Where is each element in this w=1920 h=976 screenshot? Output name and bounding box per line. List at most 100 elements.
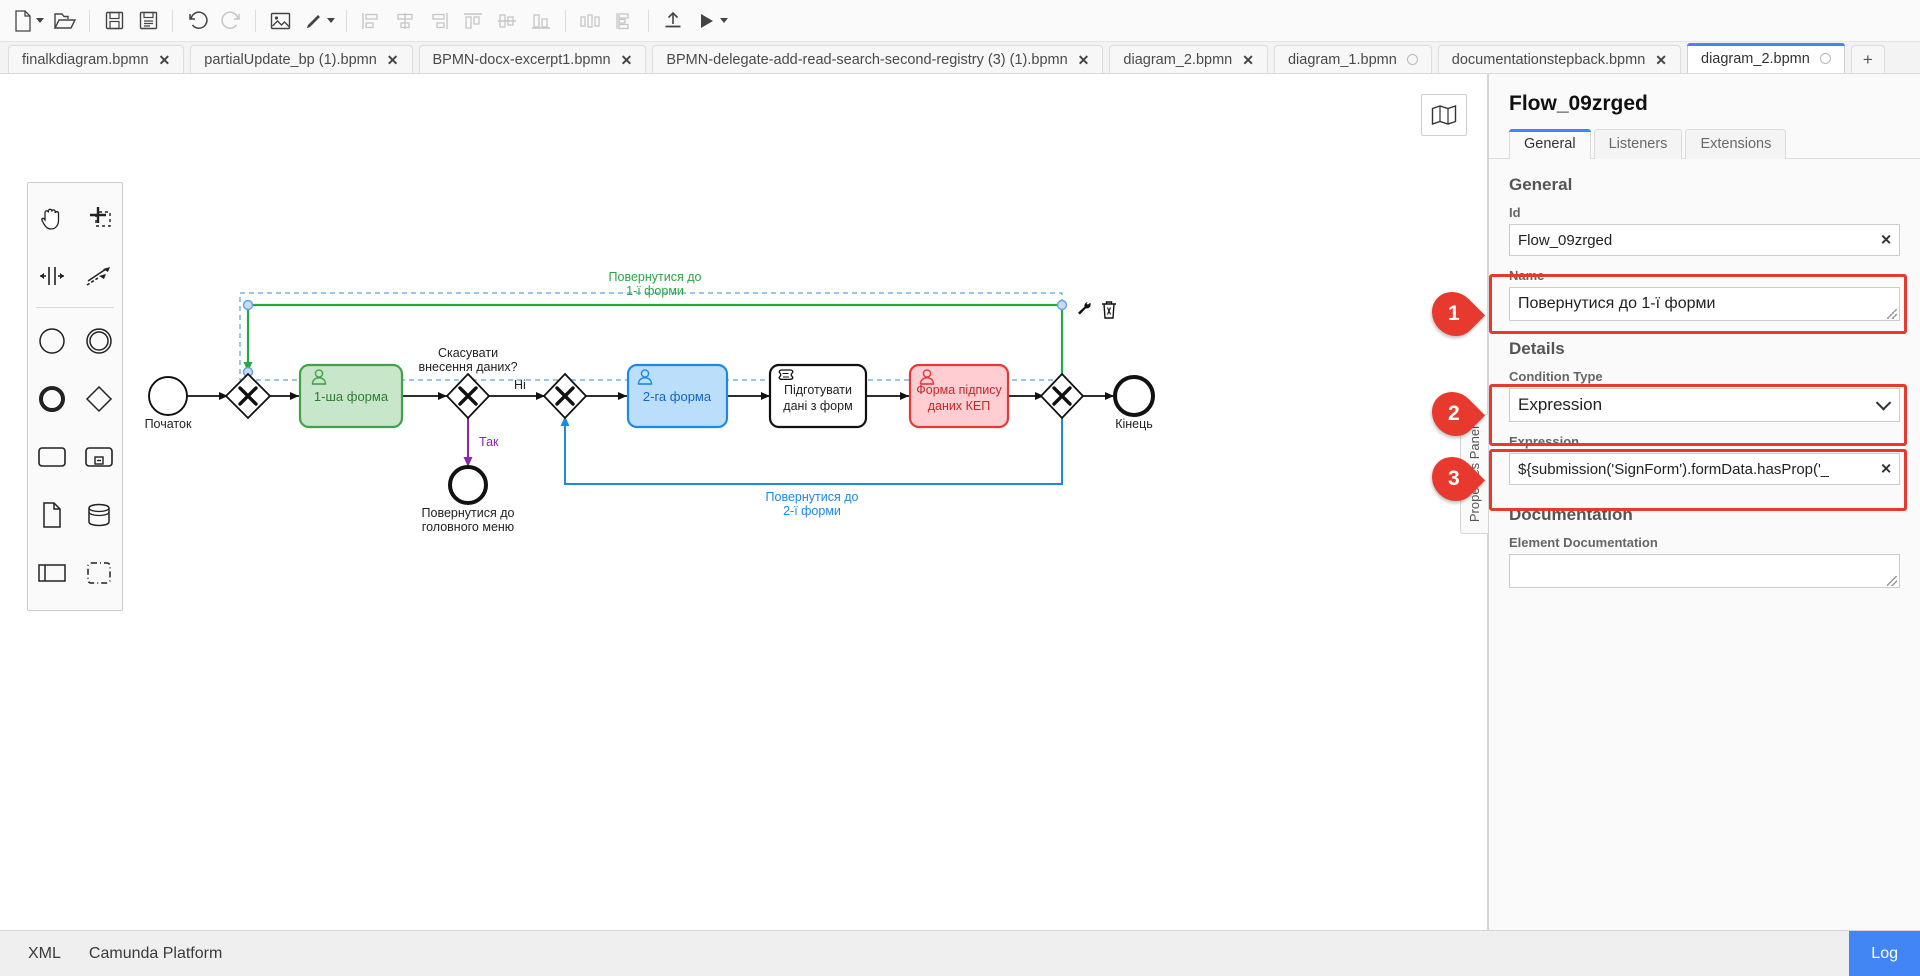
gateway-cancel-entry[interactable]	[445, 372, 491, 420]
user-task-form2[interactable]: 2-га форма	[626, 363, 729, 429]
save-icon[interactable]	[97, 6, 131, 36]
new-diagram-dropdown-caret[interactable]	[34, 6, 46, 36]
tab-label: diagram_2.bpmn	[1123, 51, 1233, 68]
name-input[interactable]: Повернутися до 1-ї форми	[1509, 287, 1900, 321]
tab-bpmn-delegate[interactable]: BPMN-delegate-add-read-search-second-reg…	[652, 45, 1104, 73]
name-resize-grip[interactable]	[1887, 309, 1897, 319]
new-tab-button[interactable]: +	[1850, 45, 1885, 73]
toolbar-divider	[648, 9, 649, 32]
gateway-merge-5[interactable]	[1039, 372, 1085, 420]
id-input[interactable]: Flow_09zrged ✕	[1509, 224, 1900, 256]
toolbar-divider	[565, 9, 566, 32]
tab-listeners[interactable]: Listeners	[1593, 129, 1683, 159]
align-right-icon[interactable]	[422, 6, 456, 36]
tab-label: finalkdiagram.bpmn	[22, 51, 149, 68]
tab-close-icon[interactable]: ✕	[621, 53, 633, 67]
tab-extensions[interactable]: Extensions	[1685, 129, 1787, 159]
id-field: Id Flow_09zrged ✕	[1509, 205, 1900, 256]
distribute-vertically-icon[interactable]	[607, 6, 641, 36]
end-event-label: Кінець	[1115, 417, 1153, 431]
gateway-merge-3[interactable]	[542, 372, 588, 420]
context-pad-trash-icon[interactable]	[1102, 301, 1116, 319]
distribute-horizontally-icon[interactable]	[573, 6, 607, 36]
tab-label: BPMN-docx-excerpt1.bpmn	[432, 51, 611, 68]
align-top-icon[interactable]	[456, 6, 490, 36]
toolbar-divider	[172, 9, 173, 32]
end-event-main-menu-label-line2: головного меню	[422, 520, 514, 534]
tab-close-icon[interactable]: ✕	[1655, 53, 1667, 67]
properties-panel: Properties Panel Flow_09zrged General Li…	[1460, 74, 1920, 930]
script-task-label-line2: дані з форм	[783, 399, 852, 413]
bpmn-canvas[interactable]: Повернутися до 1-ї форми Повернутися до …	[0, 74, 1488, 930]
status-xml-button[interactable]: XML	[14, 945, 75, 963]
details-group-heading: Details	[1509, 339, 1565, 358]
user-task-sign-kep[interactable]: Форма підпису даних КЕП	[908, 363, 1010, 429]
flow-label-back-form2-line1: Повернутися до	[766, 490, 859, 504]
expression-input-value: ${submission('SignForm').formData.hasPro…	[1518, 460, 1830, 478]
undo-icon[interactable]	[180, 6, 214, 36]
documentation-group-heading: Documentation	[1509, 505, 1633, 524]
tab-close-icon[interactable]: ✕	[1242, 53, 1254, 67]
status-log-button[interactable]: Log	[1849, 930, 1920, 976]
align-bottom-icon[interactable]	[524, 6, 558, 36]
redo-icon[interactable]	[214, 6, 248, 36]
tab-diagram-1[interactable]: diagram_1.bpmn	[1273, 45, 1432, 73]
export-image-icon[interactable]	[263, 6, 297, 36]
expression-input[interactable]: ${submission('SignForm').formData.hasPro…	[1509, 453, 1900, 485]
status-bar: XML Camunda Platform Log	[0, 930, 1920, 976]
set-color-dropdown-caret[interactable]	[325, 6, 337, 36]
properties-panel-title: Flow_09zrged	[1509, 92, 1648, 115]
gateway-cancel-label-line1: Скасувати	[438, 346, 498, 360]
element-documentation-resize-grip[interactable]	[1887, 576, 1897, 586]
callout-3-number: 3	[1448, 467, 1460, 490]
properties-tabs: General Listeners Extensions	[1489, 128, 1920, 159]
flow-waypoint-handle[interactable]	[242, 299, 254, 311]
general-group-heading: General	[1509, 175, 1573, 194]
align-middle-icon[interactable]	[490, 6, 524, 36]
start-event-label: Початок	[145, 417, 192, 431]
open-file-icon[interactable]	[48, 6, 82, 36]
tab-documentationstepback[interactable]: documentationstepback.bpmn ✕	[1437, 45, 1681, 73]
tab-finalkdiagram[interactable]: finalkdiagram.bpmn ✕	[8, 45, 185, 73]
gateway-merge-1[interactable]	[224, 372, 272, 420]
tab-close-icon[interactable]: ✕	[159, 53, 171, 67]
context-pad-wrench-icon[interactable]	[1078, 301, 1091, 315]
align-left-icon[interactable]	[354, 6, 388, 36]
flow-waypoint-handle[interactable]	[1056, 299, 1068, 311]
sign-task-label-line2: даних КЕП	[928, 399, 990, 413]
tab-label: BPMN-delegate-add-read-search-second-reg…	[666, 51, 1068, 68]
status-platform-button[interactable]: Camunda Platform	[75, 945, 236, 963]
id-clear-icon[interactable]: ✕	[1880, 232, 1892, 249]
element-documentation-input[interactable]	[1509, 554, 1900, 588]
user-task-form1[interactable]: 1-ша форма	[298, 363, 404, 429]
align-center-icon[interactable]	[388, 6, 422, 36]
user-task-form2-label: 2-га форма	[643, 389, 712, 404]
bpmn-modeler-window: finalkdiagram.bpmn ✕ partialUpdate_bp (1…	[0, 0, 1920, 976]
tab-unsaved-dot-icon[interactable]	[1406, 54, 1418, 65]
tab-close-icon[interactable]: ✕	[387, 53, 399, 67]
name-input-value: Повернутися до 1-ї форми	[1518, 295, 1716, 312]
properties-panel-body: General Id Flow_09zrged ✕ Name Повернути…	[1489, 159, 1920, 930]
tab-diagram-2-active[interactable]: diagram_2.bpmn	[1687, 43, 1845, 73]
end-event[interactable]	[1113, 375, 1155, 417]
condition-type-select[interactable]: Expression	[1509, 388, 1900, 422]
run-dropdown-caret[interactable]	[718, 6, 730, 36]
deploy-icon[interactable]	[656, 6, 690, 36]
tab-bpmn-docx-excerpt1[interactable]: BPMN-docx-excerpt1.bpmn ✕	[418, 45, 647, 73]
expression-clear-icon[interactable]: ✕	[1880, 461, 1892, 478]
id-label: Id	[1509, 205, 1521, 220]
tab-label: diagram_1.bpmn	[1287, 51, 1397, 68]
end-event-main-menu[interactable]	[448, 465, 488, 505]
tab-diagram-2-first[interactable]: diagram_2.bpmn ✕	[1109, 45, 1268, 73]
bpmn-diagram[interactable]: Повернутися до 1-ї форми Повернутися до …	[0, 74, 1480, 774]
tab-unsaved-dot-icon[interactable]	[1819, 53, 1831, 64]
script-task-prepare-data[interactable]: Підготувати дані з форм	[768, 363, 868, 429]
start-event[interactable]	[148, 376, 188, 416]
tab-partialupdate[interactable]: partialUpdate_bp (1).bpmn ✕	[190, 45, 413, 73]
tab-close-icon[interactable]: ✕	[1078, 53, 1090, 67]
tab-general-label: General	[1524, 136, 1576, 152]
script-task-label-line1: Підготувати	[784, 383, 852, 397]
save-as-icon[interactable]	[131, 6, 165, 36]
tab-general[interactable]: General	[1509, 129, 1591, 159]
element-documentation-label: Element Documentation	[1509, 535, 1658, 550]
